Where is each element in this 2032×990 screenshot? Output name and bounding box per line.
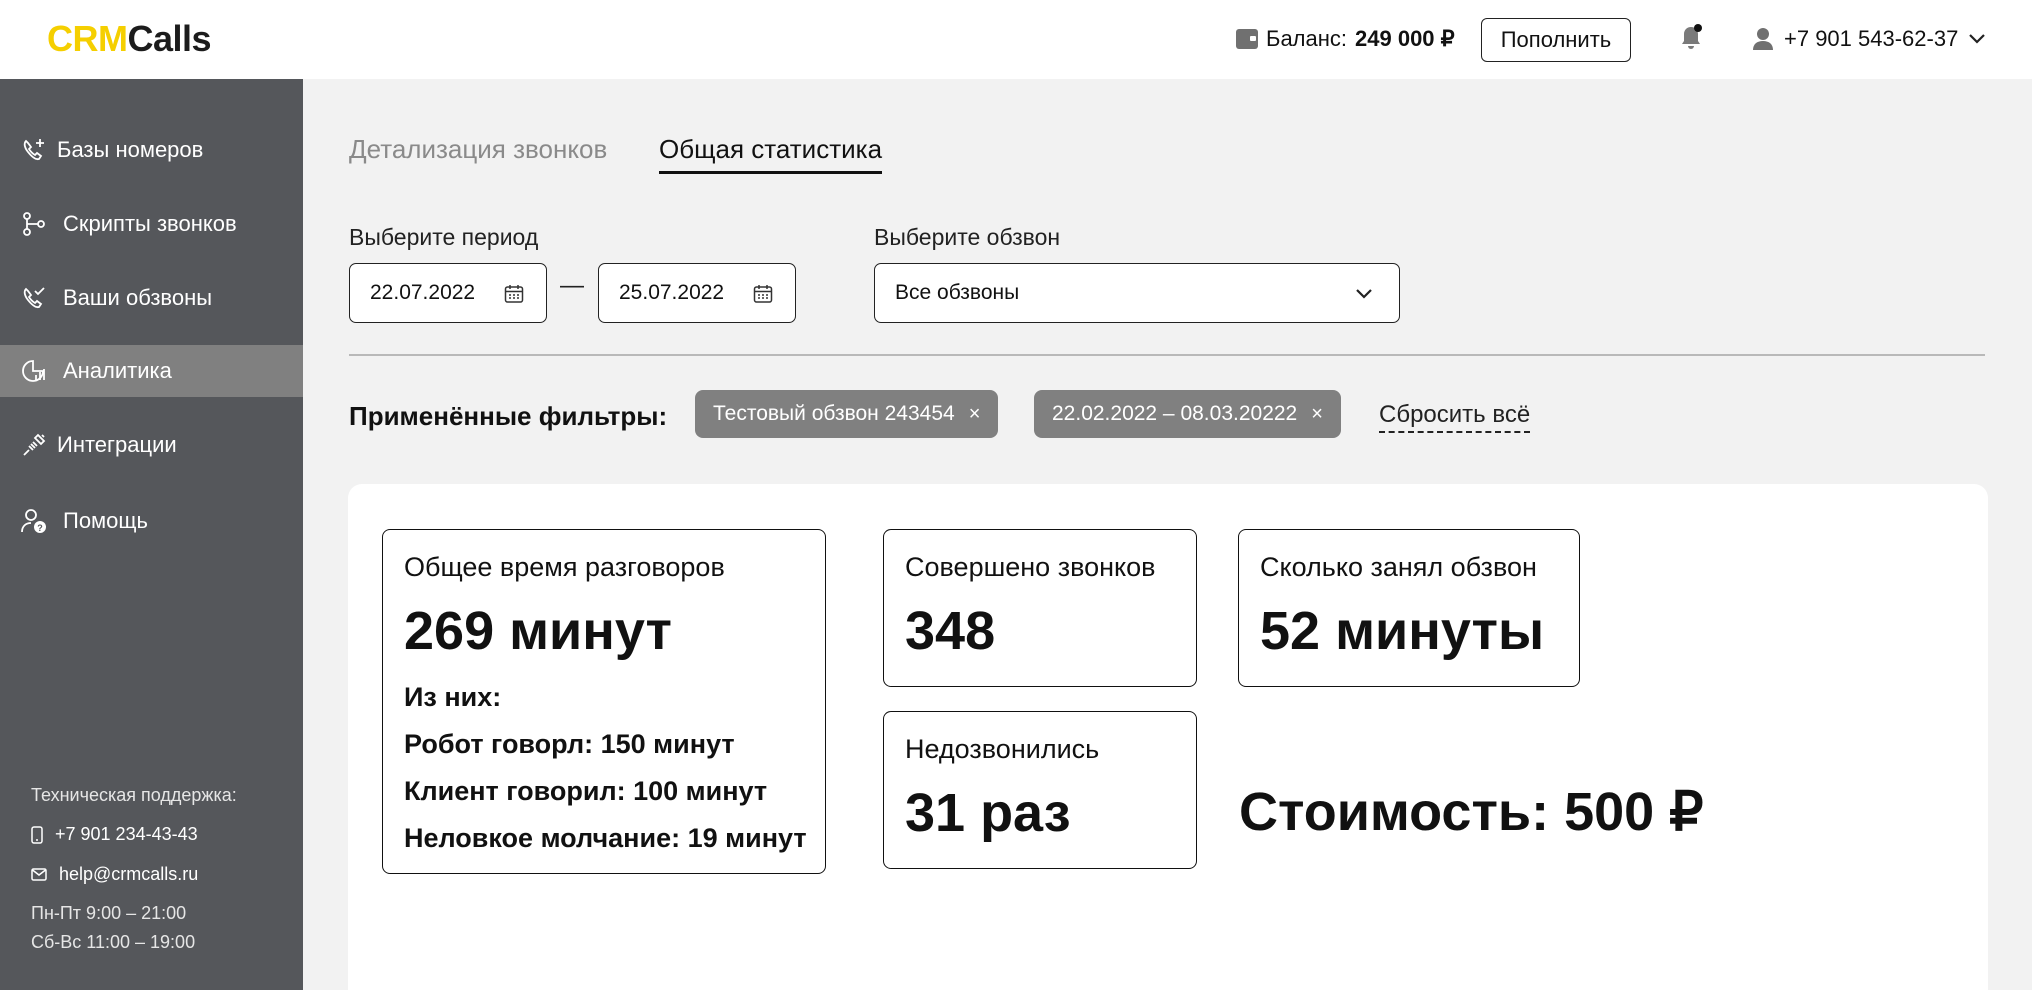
- tab-general-stats[interactable]: Общая статистика: [659, 134, 883, 174]
- filter-chip-label: 22.02.2022 – 08.03.20222: [1052, 402, 1298, 425]
- support-hours-weekdays: Пн-Пт 9:00 – 21:00: [31, 903, 187, 923]
- stat-card-total-time: Общее время разговоров 269 минут Из них:…: [382, 529, 826, 874]
- balance: Баланс: 249 000 ₽: [1236, 26, 1455, 52]
- stat-value: 269 минут: [404, 601, 672, 661]
- stat-card-missed: Недозвонились 31 раз: [883, 711, 1197, 869]
- stat-title: Недозвонились: [905, 734, 1100, 764]
- logo-crm: CRM: [47, 18, 128, 59]
- sidebar-item-label: Интеграции: [57, 432, 177, 457]
- chevron-down-icon: [1356, 289, 1372, 299]
- stat-robot-line: Робот говорл: 150 минут: [404, 729, 735, 759]
- integration-plug-icon: [23, 433, 46, 456]
- campaign-select[interactable]: Все обзвоны: [874, 263, 1400, 323]
- applied-filters-label: Применённые фильтры:: [349, 401, 668, 431]
- stat-value: 348: [905, 601, 996, 661]
- balance-amount: 249 000 ₽: [1355, 26, 1455, 51]
- divider: [349, 354, 1985, 356]
- help-user-icon: ?: [21, 509, 46, 533]
- sidebar: Базы номеров Скрипты звонков Ваши обзвон…: [0, 79, 303, 990]
- filter-chip-dates: 22.02.2022 – 08.03.20222 ×: [1034, 390, 1341, 438]
- stat-card-duration: Сколько занял обзвон 52 минуты: [1238, 529, 1580, 687]
- calendar-icon[interactable]: [504, 284, 524, 304]
- filter-chip-label: Тестовый обзвон 243454: [713, 402, 955, 425]
- period-label: Выберите период: [349, 224, 539, 250]
- date-from-value: 22.07.2022: [370, 281, 476, 304]
- sidebar-item-scripts[interactable]: Скрипты звонков: [0, 198, 303, 250]
- campaign-label: Выберите обзвон: [874, 224, 1061, 250]
- bell-icon[interactable]: [1679, 24, 1703, 52]
- support-phone[interactable]: +7 901 234-43-43: [31, 824, 198, 845]
- support-title: Техническая поддержка:: [31, 785, 237, 805]
- close-icon[interactable]: ×: [969, 403, 981, 426]
- script-branch-icon: [23, 212, 45, 236]
- reset-all-link[interactable]: Сбросить всё: [1379, 401, 1531, 433]
- date-to-value: 25.07.2022: [619, 281, 725, 304]
- analytics-icon: [22, 360, 45, 382]
- mobile-phone-icon: [31, 825, 43, 844]
- sidebar-item-label: Базы номеров: [57, 137, 204, 162]
- date-range-dash: —: [560, 272, 584, 299]
- user-phone: +7 901 543-62-37: [1784, 26, 1959, 51]
- phone-plus-icon: [23, 139, 44, 161]
- filter-chip-campaign: Тестовый обзвон 243454 ×: [695, 390, 999, 438]
- wallet-icon: [1236, 29, 1258, 49]
- top-header: CRMCalls Баланс: 249 000 ₽ Пополнить +7 …: [0, 0, 2032, 79]
- sidebar-item-help[interactable]: ? Помощь: [0, 495, 303, 547]
- stat-client-line: Клиент говорил: 100 минут: [404, 776, 768, 806]
- chevron-down-icon: [1969, 34, 1986, 44]
- sidebar-item-label: Помощь: [63, 508, 148, 533]
- stat-value: 52 минуты: [1260, 601, 1545, 661]
- total-cost: Стоимость: 500 ₽: [1239, 782, 1704, 842]
- stat-title: Общее время разговоров: [404, 552, 725, 582]
- sidebar-item-analytics[interactable]: Аналитика: [0, 345, 303, 397]
- support-email-text: help@crmcalls.ru: [59, 864, 199, 884]
- support-email[interactable]: help@crmcalls.ru: [31, 864, 198, 885]
- sidebar-item-campaigns[interactable]: Ваши обзвоны: [0, 272, 303, 324]
- sidebar-item-number-bases[interactable]: Базы номеров: [0, 124, 303, 176]
- mail-icon: [31, 868, 47, 881]
- stat-silence-line: Неловкое молчание: 19 минут: [404, 823, 807, 853]
- campaign-select-value: Все обзвоны: [895, 281, 1020, 304]
- balance-label: Баланс:: [1266, 26, 1348, 51]
- topup-button[interactable]: Пополнить: [1481, 18, 1631, 62]
- support-hours-weekend: Сб-Вс 11:00 – 19:00: [31, 932, 196, 952]
- calendar-icon[interactable]: [753, 284, 773, 304]
- user-icon: [1753, 28, 1773, 50]
- date-to-input[interactable]: 25.07.2022: [598, 263, 796, 323]
- stat-title: Совершено звонков: [905, 552, 1156, 582]
- stat-breakdown-title: Из них:: [404, 682, 502, 712]
- logo-calls: Calls: [127, 18, 212, 59]
- stat-value: 31 раз: [905, 783, 1071, 843]
- tab-call-details[interactable]: Детализация звонков: [349, 134, 607, 165]
- logo[interactable]: CRMCalls: [47, 18, 212, 60]
- close-icon[interactable]: ×: [1311, 403, 1323, 426]
- stat-card-calls-made: Совершено звонков 348: [883, 529, 1197, 687]
- user-menu[interactable]: +7 901 543-62-37: [1752, 26, 1986, 52]
- sidebar-item-label: Скрипты звонков: [63, 211, 237, 236]
- support-phone-text: +7 901 234-43-43: [55, 824, 198, 844]
- date-from-input[interactable]: 22.07.2022: [349, 263, 547, 323]
- svg-text:?: ?: [37, 523, 43, 533]
- sidebar-item-label: Аналитика: [63, 358, 172, 383]
- sidebar-item-integrations[interactable]: Интеграции: [0, 419, 303, 471]
- stat-title: Сколько занял обзвон: [1260, 552, 1537, 582]
- phone-check-icon: [23, 287, 45, 309]
- sidebar-item-label: Ваши обзвоны: [63, 285, 213, 310]
